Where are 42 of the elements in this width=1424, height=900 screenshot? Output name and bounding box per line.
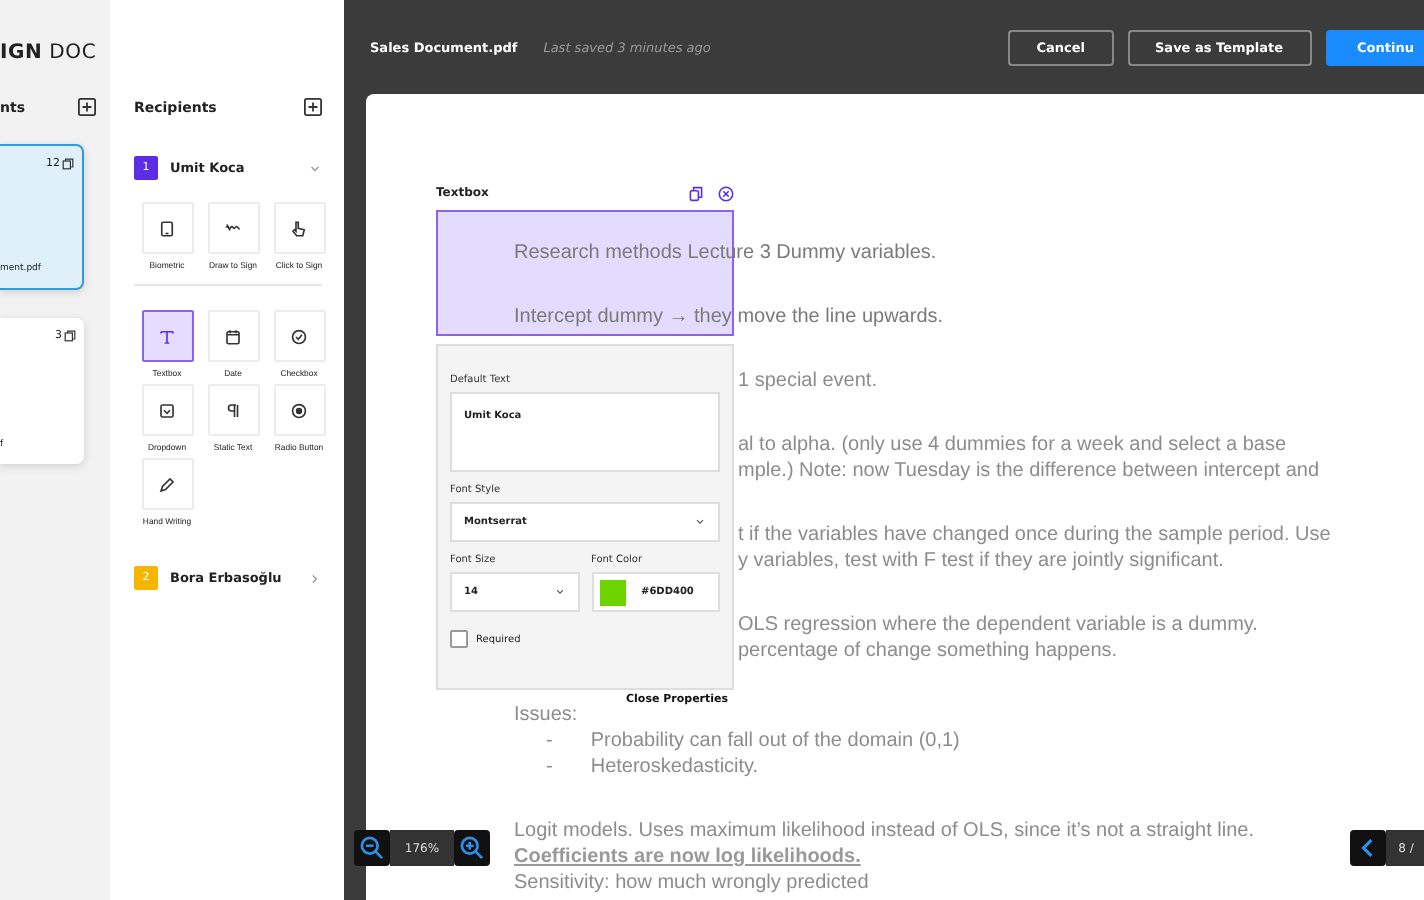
bullet-marker: -	[546, 754, 553, 780]
document-text: Probability can fall out of the domain (0,1)	[590, 728, 960, 754]
document-text: Intercept dummy → they move the line upwards.	[514, 306, 944, 328]
document-text: y variables, test with F test if they are jointly significant.	[738, 550, 1224, 572]
radio-icon	[290, 401, 308, 419]
document-text: OLS regression where the dependent variable is a dummy.	[738, 614, 1258, 636]
add-icon[interactable]	[304, 98, 322, 116]
document-text: Sensitivity: how much wrongly predicted	[514, 872, 869, 894]
zoom-out-icon[interactable]	[354, 830, 390, 866]
field-tool[interactable]	[141, 310, 193, 362]
click-icon	[290, 219, 308, 237]
draw-icon	[224, 219, 242, 237]
chevron-icon	[308, 571, 322, 585]
checkbox-icon	[290, 327, 308, 345]
pages-icon	[64, 330, 76, 342]
document-text: 1 special event.	[738, 370, 877, 392]
document-text: t if the variables have changed once during the sample period. Use	[738, 524, 1331, 546]
chevron-icon	[308, 161, 322, 175]
document-text: Heteroskedasticity.	[590, 754, 759, 780]
dropdown-icon	[158, 401, 176, 419]
document-text: percentage of change something happens.	[738, 640, 1118, 662]
document-text: Logit models. Uses maximum likelihood instead of OLS, since it’s not a straight line.	[514, 820, 1254, 842]
document-text: mple.) Note: now Tuesday is the difference between intercept and	[738, 460, 1320, 482]
close-icon[interactable]	[718, 186, 734, 202]
static-icon	[224, 401, 242, 419]
logo: IGN DOC	[0, 42, 99, 68]
biometric-icon	[158, 219, 176, 237]
chevron-icon	[694, 516, 706, 528]
zoom-in-icon[interactable]	[454, 830, 490, 866]
document-text: Issues:	[514, 704, 578, 726]
previous-page-icon[interactable]	[1350, 830, 1386, 866]
add-icon[interactable]	[78, 98, 96, 116]
textbox-icon	[158, 327, 176, 345]
pages-icon	[62, 158, 74, 170]
document-text: Coefficients are now log likelihoods.	[514, 846, 861, 868]
handwriting-icon	[158, 475, 176, 493]
bullet-marker: -	[546, 728, 553, 754]
chevron-icon	[553, 586, 565, 598]
checkbox[interactable]	[450, 630, 468, 648]
document-text: al to alpha. (only use 4 dummies for a week and select a base	[738, 434, 1287, 456]
copy-icon[interactable]	[688, 186, 704, 202]
date-icon	[224, 327, 242, 345]
